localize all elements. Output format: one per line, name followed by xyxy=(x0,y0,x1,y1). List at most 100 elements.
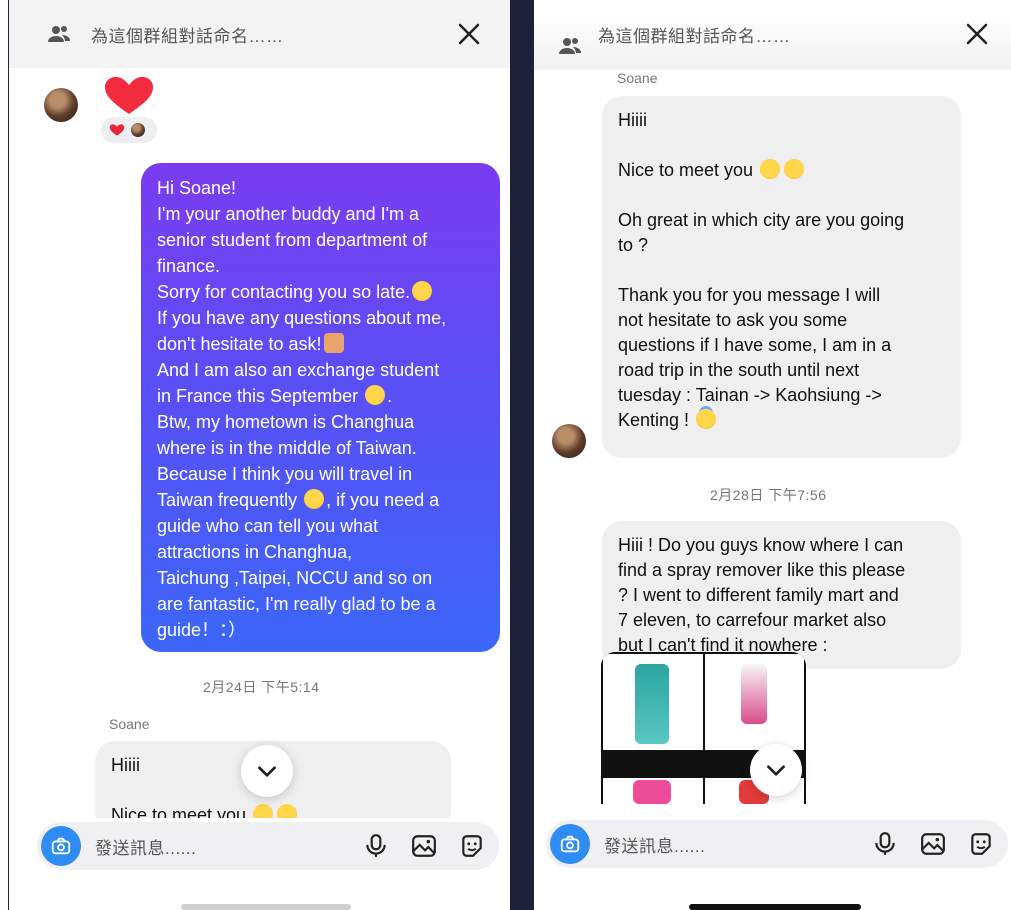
message-line: finance. xyxy=(157,256,221,276)
message-timestamp: 2月24日 下午5:14 xyxy=(203,679,320,695)
smiling-emoji-icon xyxy=(760,159,781,179)
microphone-icon[interactable] xyxy=(872,831,898,857)
message-line: guide！：） xyxy=(157,620,247,640)
message-line: senior student from department of xyxy=(157,230,428,250)
camera-icon xyxy=(51,837,71,855)
message-line: guide who can tell you what xyxy=(157,516,379,536)
camera-button[interactable] xyxy=(41,826,81,866)
avatar[interactable] xyxy=(552,424,586,458)
message-line: find a spray remover like this please xyxy=(618,560,906,580)
chevron-down-icon xyxy=(767,765,785,776)
scroll-to-bottom-button[interactable] xyxy=(750,744,802,796)
message-line: Oh great in which city are you going xyxy=(618,210,905,230)
device-frame xyxy=(510,0,534,910)
pleading-face-emoji-icon xyxy=(412,281,433,301)
camera-button[interactable] xyxy=(550,824,590,864)
message-line: Taichung ,Taipei, NCCU and so on xyxy=(157,568,433,588)
message-line: tuesday : Tainan -> Kaohsiung -> xyxy=(618,385,882,405)
group-icon xyxy=(48,26,70,42)
spray-bottle-image xyxy=(635,664,669,744)
message-timestamp: 2月28日 下午7:56 xyxy=(710,487,827,503)
message-line: If you have any questions about me, xyxy=(157,308,447,328)
sticker-icon[interactable] xyxy=(968,831,994,857)
message-line: I'm your another buddy and I'm a xyxy=(157,204,420,224)
sticker-icon[interactable] xyxy=(459,833,485,859)
smiling-emoji-icon xyxy=(784,159,805,179)
message-line: road trip in the south until next xyxy=(618,360,860,380)
message-line: ? I went to different family mart and xyxy=(618,585,899,605)
message-line: don't hesitate to ask! xyxy=(157,331,484,357)
message-line: Hiii ! Do you guys know where I can xyxy=(618,535,904,555)
message-line: are fantastic, I'm really glad to be a xyxy=(157,594,436,614)
message-text: , if you need a xyxy=(326,490,440,510)
reaction-pill[interactable] xyxy=(101,117,157,143)
product-photo[interactable] xyxy=(603,778,703,804)
message-line: Sorry for contacting you so late. xyxy=(157,279,484,305)
scroll-to-bottom-button[interactable] xyxy=(241,745,293,797)
group-icon xyxy=(559,38,581,54)
camera-icon xyxy=(560,835,580,853)
message-text: don't hesitate to ask! xyxy=(157,334,322,354)
received-message-bubble[interactable]: Hiiii Nice to meet you Oh great in which… xyxy=(602,96,961,458)
heart-icon xyxy=(105,77,153,114)
message-line: questions if I have some, I am in a xyxy=(618,335,892,355)
message-text: Sorry for contacting you so late. xyxy=(157,282,411,302)
product-photo[interactable] xyxy=(603,654,703,750)
message-composer[interactable]: 發送訊息...... xyxy=(37,822,499,870)
message-text: Kenting ! xyxy=(618,410,690,430)
screenshot-gap xyxy=(534,0,1011,22)
sender-name: Soane xyxy=(109,716,150,732)
image-icon[interactable] xyxy=(411,833,437,859)
product-photo[interactable] xyxy=(705,654,804,750)
sender-name: Soane xyxy=(617,70,658,86)
message-input[interactable]: 發送訊息...... xyxy=(604,832,872,857)
message-line: Thank you for you message I will xyxy=(618,285,881,305)
message-line: Taiwan frequently , if you need a xyxy=(157,487,484,513)
message-line: Hiiii xyxy=(618,110,647,130)
chat-header: 為這個群組對話命名…… xyxy=(9,0,511,68)
message-text: Nice to meet you xyxy=(618,160,754,180)
spray-bottle-image xyxy=(633,780,671,804)
message-line: Because I think you will travel in xyxy=(157,464,413,484)
message-text: in France this September xyxy=(157,386,359,406)
message-composer[interactable]: 發送訊息...... xyxy=(546,820,1008,868)
left-screenshot: 為這個群組對話命名…… Hi Soane! I'm your another b… xyxy=(8,0,511,910)
laughing-emoji-icon xyxy=(365,385,386,405)
sent-message-bubble[interactable]: Hi Soane! I'm your another buddy and I'm… xyxy=(141,163,500,652)
message-line: And I am also an exchange student xyxy=(157,360,440,380)
chevron-down-icon xyxy=(258,766,276,777)
group-name-prompt[interactable]: 為這個群組對話命名…… xyxy=(598,22,965,47)
image-icon[interactable] xyxy=(920,831,946,857)
message-line: Btw, my hometown is Changhua xyxy=(157,412,415,432)
message-line: Kenting ! xyxy=(618,408,945,433)
message-line: Hi Soane! xyxy=(157,178,237,198)
heart-icon xyxy=(109,124,125,136)
spray-bottle-image xyxy=(741,664,767,724)
avatar[interactable] xyxy=(44,88,78,122)
home-indicator xyxy=(689,904,861,910)
message-text: Taiwan frequently xyxy=(157,490,298,510)
halo-emoji-icon xyxy=(696,409,717,429)
message-input[interactable]: 發送訊息...... xyxy=(95,834,363,859)
close-icon[interactable] xyxy=(457,22,481,46)
laughing-emoji-icon xyxy=(304,489,325,509)
person-raising-hand-emoji-icon xyxy=(323,333,344,353)
received-message-bubble[interactable]: Hiii ! Do you guys know where I can find… xyxy=(602,521,961,669)
message-line: Nice to meet you xyxy=(618,158,945,183)
message-line: 7 eleven, to carrefour market also xyxy=(618,610,887,630)
avatar xyxy=(131,123,145,137)
message-line: to ? xyxy=(618,235,649,255)
chat-header: 為這個群組對話命名…… xyxy=(534,22,1011,70)
message-line: attractions in Changhua, xyxy=(157,542,353,562)
message-line: not hesitate to ask you some xyxy=(618,310,848,330)
right-screenshot: 為這個群組對話命名…… Soane Hiiii Nice to meet you… xyxy=(534,0,1011,910)
group-name-prompt[interactable]: 為這個群組對話命名…… xyxy=(91,22,457,47)
home-indicator xyxy=(181,904,351,910)
message-line: where is in the middle of Taiwan. xyxy=(157,438,417,458)
microphone-icon[interactable] xyxy=(363,833,389,859)
close-icon[interactable] xyxy=(965,22,989,46)
message-line: in France this September . xyxy=(157,385,393,406)
